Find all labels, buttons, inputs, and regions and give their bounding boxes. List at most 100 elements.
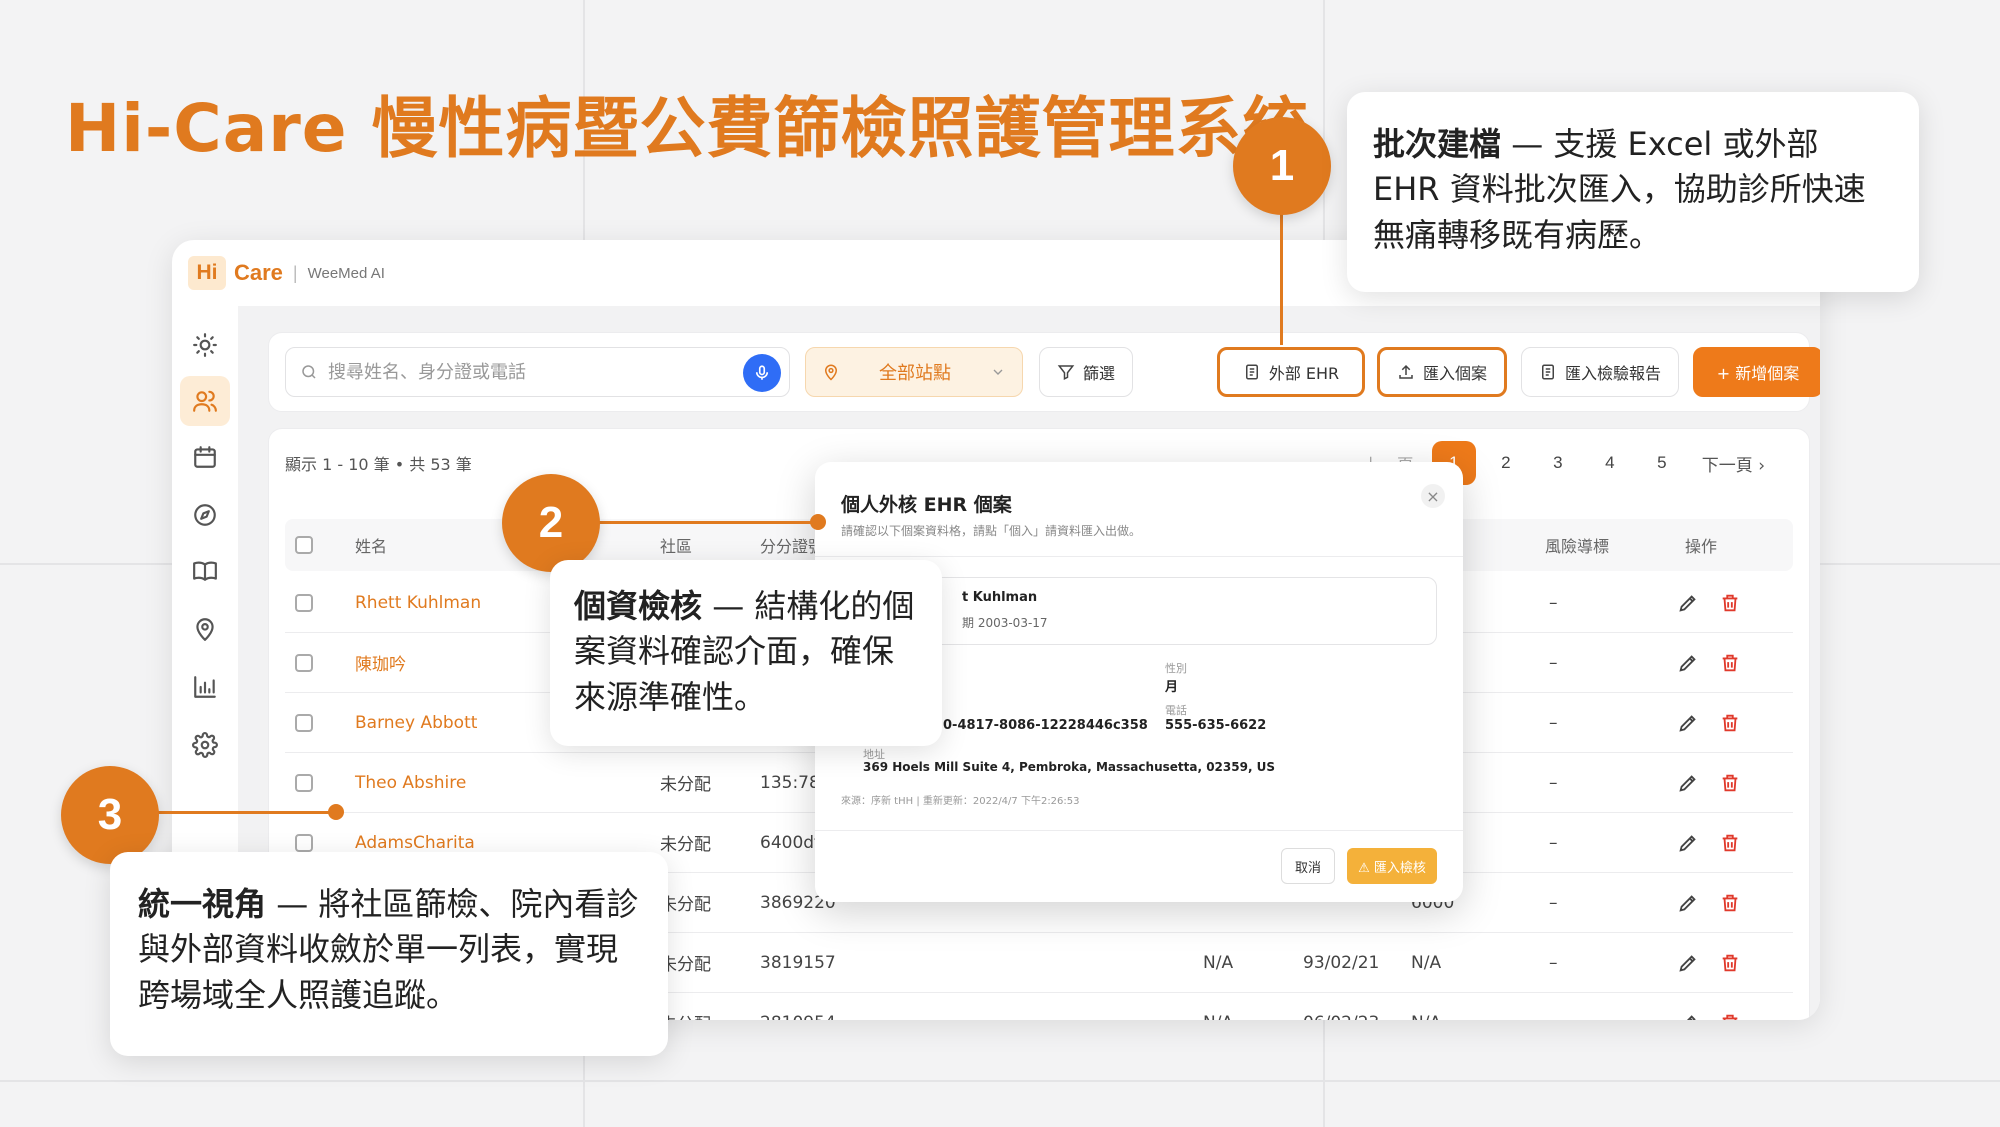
callout-1-badge: 1 <box>1233 117 1331 215</box>
header-risk: 風險導標 <box>1545 537 1610 556</box>
source-info: 來源：序新 tHH | 重新更新：2022/4/7 下午2:26:53 <box>841 796 1080 807</box>
callout-3-badge: 3 <box>61 766 159 864</box>
import-report-button[interactable]: 匯入檢驗報告 <box>1521 347 1679 397</box>
grid-line <box>0 1080 2000 1082</box>
address-value: 369 Hoels Mill Suite 4, Pembroka, Massac… <box>863 760 1276 774</box>
import-report-label: 匯入檢驗報告 <box>1564 364 1661 383</box>
next-page-button[interactable]: 下一頁 › <box>1688 451 1779 476</box>
site-select[interactable]: 全部站點 <box>805 347 1023 397</box>
mic-button[interactable] <box>743 354 781 392</box>
row-field-6: N/A <box>1411 993 1441 1021</box>
delete-icon[interactable] <box>1719 652 1741 674</box>
row-risk: – <box>1549 952 1558 973</box>
patient-birth: 期 2003-03-17 <box>962 616 1048 630</box>
row-checkbox[interactable] <box>295 653 313 672</box>
new-case-label: + 新增個案 <box>1716 364 1800 383</box>
callout-1-title: 批次建檔 <box>1373 125 1502 163</box>
modal-title: 個人外核 EHR 個案 <box>841 494 1012 516</box>
compass-icon[interactable] <box>180 490 230 540</box>
filter-icon <box>1057 365 1075 380</box>
delete-icon[interactable] <box>1719 1012 1741 1021</box>
row-checkbox[interactable] <box>295 713 313 732</box>
sun-icon[interactable] <box>180 320 230 370</box>
close-icon[interactable]: × <box>1421 484 1445 508</box>
row-name[interactable]: Rhett Kuhlman <box>355 573 481 632</box>
delete-icon[interactable] <box>1719 772 1741 794</box>
location-pin-icon <box>824 364 838 381</box>
select-all-checkbox[interactable] <box>295 536 313 554</box>
row-id: 6400df <box>760 832 821 853</box>
edit-icon[interactable] <box>1677 712 1699 734</box>
chevron-down-icon <box>993 369 1003 375</box>
row-name[interactable]: Theo Abshire <box>355 753 466 812</box>
row-checkbox[interactable] <box>295 593 313 612</box>
logo-text: Care <box>234 260 283 285</box>
page-5-button[interactable]: 5 <box>1636 453 1688 473</box>
row-name[interactable]: 陳珈吟 <box>355 633 406 692</box>
header-action: 操作 <box>1685 537 1718 556</box>
location-pin-icon[interactable] <box>180 604 230 654</box>
header-name: 姓名 <box>355 537 388 556</box>
confirm-import-button[interactable]: ⚠ 匯入檢核 <box>1347 848 1437 884</box>
row-risk: – <box>1549 993 1558 1021</box>
callout-1: 批次建檔 — 支援 Excel 或外部 EHR 資料批次匯入，協助診所快速無痛轉… <box>1347 92 1919 292</box>
users-icon[interactable] <box>180 376 230 426</box>
page-headline: Hi-Care 慢性病暨公費篩檢照護管理系統 <box>65 90 1310 167</box>
edit-icon[interactable] <box>1677 952 1699 974</box>
callout-3-connector <box>150 811 340 814</box>
edit-icon[interactable] <box>1677 592 1699 614</box>
delete-icon[interactable] <box>1719 592 1741 614</box>
document-icon <box>1245 364 1258 380</box>
bar-chart-icon[interactable] <box>180 662 230 712</box>
import-cases-button[interactable]: 匯入個案 <box>1377 347 1507 397</box>
external-ehr-label: 外部 EHR <box>1268 364 1340 383</box>
row-field-5: 93/02/21 <box>1303 952 1380 973</box>
callout-3-title: 統一視角 <box>138 885 267 923</box>
delete-icon[interactable] <box>1719 832 1741 854</box>
delete-icon[interactable] <box>1719 952 1741 974</box>
new-case-button[interactable]: + 新增個案 <box>1693 347 1820 397</box>
row-name[interactable]: Barney Abbott <box>355 693 477 752</box>
row-risk: – <box>1549 772 1558 793</box>
edit-icon[interactable] <box>1677 1012 1699 1021</box>
row-risk: – <box>1549 592 1558 613</box>
document-icon <box>1541 364 1554 380</box>
row-id: 2810954 <box>760 993 836 1021</box>
callout-2: 個資檢核 — 結構化的個案資料確認介面，確保來源準確性。 <box>550 560 942 746</box>
page-4-button[interactable]: 4 <box>1584 453 1636 473</box>
modal-divider <box>815 830 1463 831</box>
row-field-4: N/A <box>1203 993 1233 1021</box>
calendar-icon[interactable] <box>180 432 230 482</box>
gender-label: 性別 <box>1165 662 1187 675</box>
gear-icon[interactable] <box>180 720 230 770</box>
cancel-button[interactable]: 取消 <box>1281 848 1335 884</box>
filter-button[interactable]: 篩選 <box>1039 347 1133 397</box>
row-risk: – <box>1549 832 1558 853</box>
edit-icon[interactable] <box>1677 832 1699 854</box>
edit-icon[interactable] <box>1677 772 1699 794</box>
edit-icon[interactable] <box>1677 892 1699 914</box>
import-cases-label: 匯入個案 <box>1422 364 1487 383</box>
patient-name: t Kuhlman <box>962 590 1038 605</box>
edit-icon[interactable] <box>1677 652 1699 674</box>
search-input[interactable] <box>328 361 728 383</box>
callout-3: 統一視角 — 將社區篩檢、院內看診與外部資料收斂於單一列表，實現跨場域全人照護追… <box>110 852 668 1056</box>
callout-1-connector <box>1280 205 1283 345</box>
book-icon[interactable] <box>180 546 230 596</box>
phone-value: 555-635-6622 <box>1165 718 1267 733</box>
record-count: 顯示 1 - 10 筆 • 共 53 筆 <box>285 455 472 474</box>
row-checkbox[interactable] <box>295 773 313 792</box>
logo-subtitle: WeeMed AI <box>307 264 385 282</box>
search-box[interactable] <box>285 347 790 397</box>
delete-icon[interactable] <box>1719 712 1741 734</box>
row-checkbox[interactable] <box>295 833 313 852</box>
row-risk: – <box>1549 712 1558 733</box>
modal-divider <box>815 556 1463 557</box>
callout-3-dot <box>328 804 344 820</box>
toolbar: 全部站點 篩選 外部 EHR 匯入個案 匯入檢驗報告 + 新增個案 <box>268 332 1820 412</box>
row-field-4: N/A <box>1203 952 1234 973</box>
page-3-button[interactable]: 3 <box>1532 453 1584 473</box>
page-2-button[interactable]: 2 <box>1480 453 1532 473</box>
delete-icon[interactable] <box>1719 892 1741 914</box>
external-ehr-button[interactable]: 外部 EHR <box>1217 347 1365 397</box>
